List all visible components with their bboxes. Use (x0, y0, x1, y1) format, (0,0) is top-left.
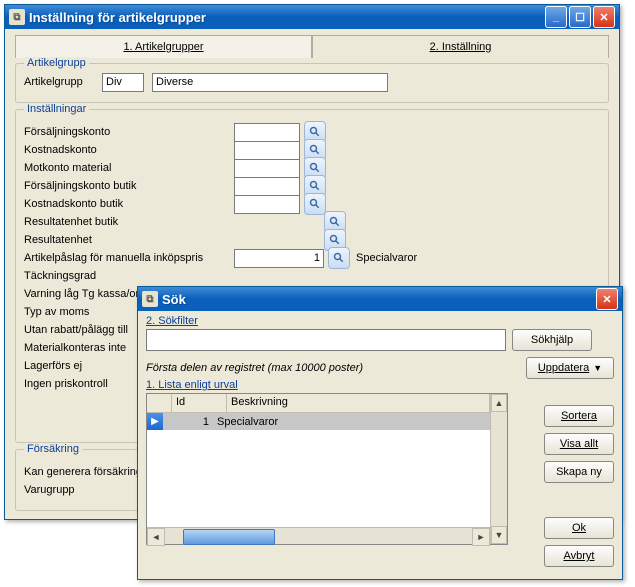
scrollbar-vertical[interactable]: ▲ ▼ (490, 394, 507, 544)
input-artikelgrupp-code[interactable] (102, 73, 144, 92)
lookup-artikelpaslag[interactable] (328, 247, 350, 269)
grid-row[interactable]: ▶ 1 Specialvaror (147, 413, 490, 430)
search-app-icon: ⧉ (142, 291, 158, 307)
legend-artikelgrupp: Artikelgrupp (24, 57, 89, 69)
input-motkonto[interactable] (234, 159, 300, 178)
grid-header: Id Beskrivning (147, 394, 490, 413)
search-close-button[interactable]: ✕ (596, 288, 618, 310)
scroll-thumb[interactable] (183, 529, 275, 545)
main-titlebar: ⧉ Inställning för artikelgrupper _ ☐ ✕ (5, 5, 619, 29)
chevron-down-icon: ▼ (593, 363, 602, 373)
label-artikelpaslag: Artikelpåslag för manuella inköpspris (24, 252, 234, 264)
maximize-button[interactable]: ☐ (569, 6, 591, 28)
cell-desc: Specialvaror (213, 416, 490, 428)
row-indicator-icon: ▶ (147, 413, 163, 430)
label-forsaljningskonto: Försäljningskonto (24, 126, 234, 138)
search-window: ⧉ Sök ✕ 2. Sökfilter Sökhjälp Första del… (137, 286, 623, 580)
col-indicator (147, 394, 172, 412)
label-forsaljningskonto-butik: Försäljningskonto butik (24, 180, 234, 192)
link-lista[interactable]: 1. Lista enligt urval (146, 379, 238, 391)
input-forsaljningskonto[interactable] (234, 123, 300, 142)
text-specialvaror: Specialvaror (356, 252, 417, 264)
button-visa-allt[interactable]: Visa allt (544, 433, 614, 455)
cell-id: 1 (163, 416, 213, 428)
input-forsaljningskonto-butik[interactable] (234, 177, 300, 196)
label-resultatenhet-butik: Resultatenhet butik (24, 216, 234, 228)
col-id[interactable]: Id (172, 394, 227, 412)
text-register-info: Första delen av registret (max 10000 pos… (146, 362, 363, 374)
button-skapa-ny[interactable]: Skapa ny (544, 461, 614, 483)
button-avbryt[interactable]: Avbryt (544, 545, 614, 567)
main-tabs: 1. Artikelgrupper 2. Inställning (15, 35, 609, 57)
label-resultatenhet: Resultatenhet (24, 234, 234, 246)
input-kostnadskonto-butik[interactable] (234, 195, 300, 214)
main-title: Inställning för artikelgrupper (29, 10, 543, 25)
search-titlebar: ⧉ Sök ✕ (138, 287, 622, 311)
scroll-right-icon[interactable]: ► (472, 528, 490, 546)
button-uppdatera[interactable]: Uppdatera▼ (526, 357, 614, 379)
label-motkonto: Motkonto material (24, 162, 234, 174)
input-artikelpaslag[interactable] (234, 249, 324, 268)
input-kostnadskonto[interactable] (234, 141, 300, 160)
label-tackningsgrad: Täckningsgrad (24, 270, 234, 282)
lookup-kostnadskonto-butik[interactable] (304, 193, 326, 215)
button-sokhjalp[interactable]: Sökhjälp (512, 329, 592, 351)
search-title: Sök (162, 292, 594, 307)
minimize-button[interactable]: _ (545, 6, 567, 28)
legend-installningar: Inställningar (24, 103, 89, 115)
button-sortera[interactable]: Sortera (544, 405, 614, 427)
link-sokfilter[interactable]: 2. Sökfilter (146, 315, 198, 327)
label-kostnadskonto-butik: Kostnadskonto butik (24, 198, 234, 210)
scroll-down-icon[interactable]: ▼ (491, 526, 507, 544)
col-beskrivning[interactable]: Beskrivning (227, 394, 490, 412)
grid-body[interactable]: ▶ 1 Specialvaror (147, 413, 490, 527)
scroll-up-icon[interactable]: ▲ (491, 394, 507, 412)
input-search[interactable] (146, 329, 506, 351)
app-icon: ⧉ (9, 9, 25, 25)
input-artikelgrupp-name[interactable] (152, 73, 388, 92)
label-kostnadskonto: Kostnadskonto (24, 144, 234, 156)
close-button[interactable]: ✕ (593, 6, 615, 28)
label-artikelgrupp: Artikelgrupp (24, 76, 102, 88)
tab-artikelgrupper[interactable]: 1. Artikelgrupper (15, 35, 312, 58)
result-grid: Id Beskrivning ▶ 1 Specialvaror ◄ ► (146, 393, 508, 545)
tab-installning[interactable]: 2. Inställning (312, 35, 609, 58)
button-ok[interactable]: Ok (544, 517, 614, 539)
fieldset-artikelgrupp: Artikelgrupp Artikelgrupp (15, 63, 609, 103)
scroll-left-icon[interactable]: ◄ (147, 528, 165, 546)
legend-forsakring: Försäkring (24, 443, 82, 455)
scrollbar-horizontal[interactable]: ◄ ► (147, 527, 490, 544)
